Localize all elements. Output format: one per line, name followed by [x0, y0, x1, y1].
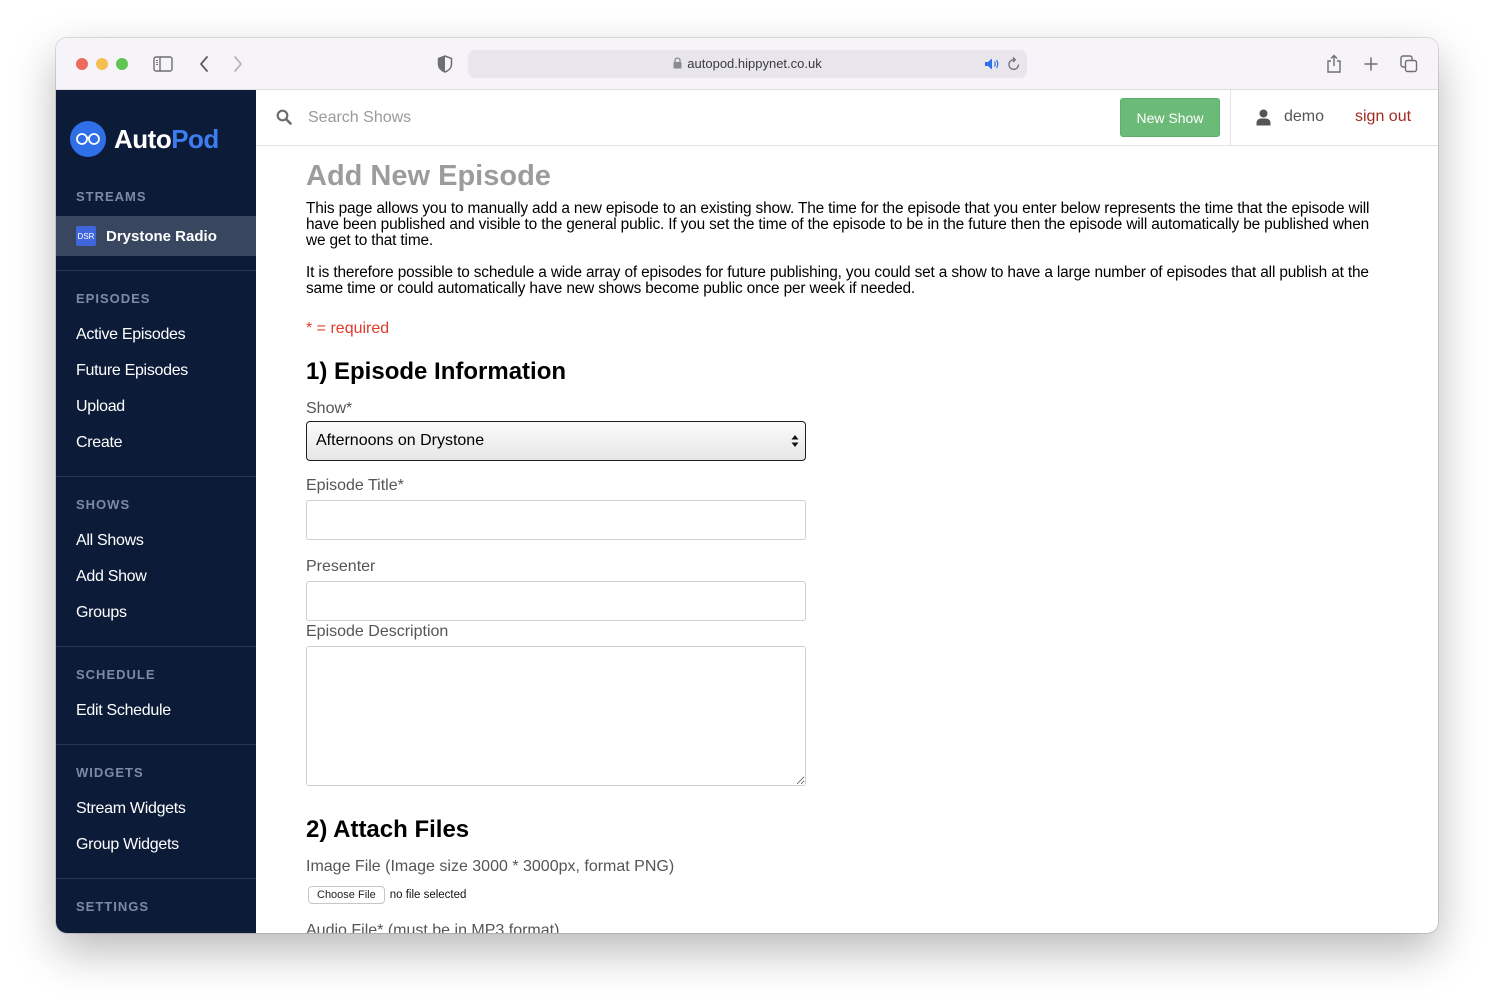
sidebar-item-upload[interactable]: Upload	[76, 398, 125, 416]
logo-text-auto: Auto	[114, 123, 172, 154]
navbar-divider	[1230, 90, 1231, 146]
sign-out-link[interactable]: sign out	[1355, 108, 1411, 126]
zoom-window-button[interactable]	[116, 58, 128, 70]
tab-overview-icon[interactable]	[1400, 52, 1418, 76]
sidebar-divider	[56, 878, 256, 879]
audio-file-label: Audio File* (must be in MP3 format)	[306, 922, 560, 933]
top-navbar: New Show demo sign out	[256, 90, 1438, 146]
glasses-icon	[70, 121, 106, 157]
sidebar-toggle-icon[interactable]	[153, 52, 173, 76]
stream-badge: DSR	[76, 226, 96, 246]
page-title: Add New Episode	[306, 160, 551, 192]
image-file-label: Image File (Image size 3000 * 3000px, fo…	[306, 858, 675, 875]
address-bar[interactable]: autopod.hippynet.co.uk	[468, 50, 1027, 78]
new-show-button[interactable]: New Show	[1120, 98, 1220, 137]
new-tab-icon[interactable]	[1363, 52, 1379, 76]
sidebar-item-label: Drystone Radio	[106, 227, 217, 245]
sidebar-item-groups[interactable]: Groups	[76, 604, 127, 622]
presenter-label: Presenter	[306, 558, 376, 575]
sidebar-heading-streams: STREAMS	[76, 189, 147, 204]
sidebar-item-group-widgets[interactable]: Group Widgets	[76, 836, 179, 854]
no-file-selected-text: no file selected	[389, 889, 467, 901]
intro-paragraph: This page allows you to manually add a n…	[306, 200, 1370, 249]
episode-description-label: Episode Description	[306, 623, 449, 640]
sidebar-heading-settings: SETTINGS	[76, 899, 150, 914]
required-note: * = required	[306, 320, 390, 337]
sidebar-heading-widgets: WIDGETS	[76, 765, 144, 780]
forward-icon[interactable]	[232, 52, 244, 76]
sidebar-heading-shows: SHOWS	[76, 497, 131, 512]
sidebar-heading-schedule: SCHEDULE	[76, 667, 156, 682]
show-select[interactable]: Afternoons on Drystone	[306, 421, 806, 461]
sidebar-item-add-show[interactable]: Add Show	[76, 568, 147, 586]
back-icon[interactable]	[198, 52, 210, 76]
section-heading-attach-files: 2) Attach Files	[306, 816, 470, 843]
sidebar-item-edit-schedule[interactable]: Edit Schedule	[76, 702, 171, 720]
episode-title-label: Episode Title*	[306, 477, 404, 494]
show-label: Show*	[306, 400, 353, 417]
username[interactable]: demo	[1284, 108, 1324, 126]
sidebar-item-all-shows[interactable]: All Shows	[76, 532, 144, 550]
episode-title-input[interactable]	[306, 500, 806, 540]
sidebar-heading-episodes: EPISODES	[76, 291, 151, 306]
close-window-button[interactable]	[76, 58, 88, 70]
sidebar-divider	[56, 476, 256, 477]
image-file-input: Choose File no file selected	[306, 886, 466, 904]
privacy-shield-icon[interactable]	[437, 52, 453, 76]
intro-paragraph: It is therefore possible to schedule a w…	[306, 264, 1369, 297]
presenter-input[interactable]	[306, 581, 806, 621]
url-text: autopod.hippynet.co.uk	[687, 56, 822, 71]
search-icon	[276, 109, 292, 130]
sidebar-item-create[interactable]: Create	[76, 434, 123, 452]
reload-icon[interactable]	[1007, 56, 1021, 77]
episode-description-textarea[interactable]	[306, 646, 806, 786]
sidebar-divider	[56, 270, 256, 271]
sidebar-item-active-episodes[interactable]: Active Episodes	[76, 326, 186, 344]
audio-playing-icon[interactable]	[984, 57, 1000, 76]
section-heading-episode-information: 1) Episode Information	[306, 358, 567, 385]
select-arrows-icon	[791, 434, 799, 453]
share-icon[interactable]	[1326, 52, 1342, 76]
autopod-logo[interactable]: AutoPod	[70, 121, 219, 157]
search-shows-input[interactable]	[308, 104, 708, 132]
sidebar-item-stream-widgets[interactable]: Stream Widgets	[76, 800, 186, 818]
lock-icon	[673, 57, 682, 72]
show-select-value: Afternoons on Drystone	[316, 432, 485, 449]
sidebar: AutoPod STREAMS DSR Drystone Radio EPISO…	[56, 90, 256, 933]
browser-window: autopod.hippynet.co.uk AutoPod STREAMS D…	[56, 38, 1438, 933]
choose-image-file-button[interactable]: Choose File	[308, 886, 385, 904]
sidebar-divider	[56, 646, 256, 647]
sidebar-item-drystone-radio[interactable]: DSR Drystone Radio	[56, 216, 256, 256]
user-icon	[1256, 109, 1271, 131]
browser-toolbar: autopod.hippynet.co.uk	[56, 38, 1438, 90]
minimize-window-button[interactable]	[96, 58, 108, 70]
sidebar-divider	[56, 744, 256, 745]
sidebar-item-future-episodes[interactable]: Future Episodes	[76, 362, 188, 380]
logo-text-pod: Pod	[171, 123, 219, 154]
